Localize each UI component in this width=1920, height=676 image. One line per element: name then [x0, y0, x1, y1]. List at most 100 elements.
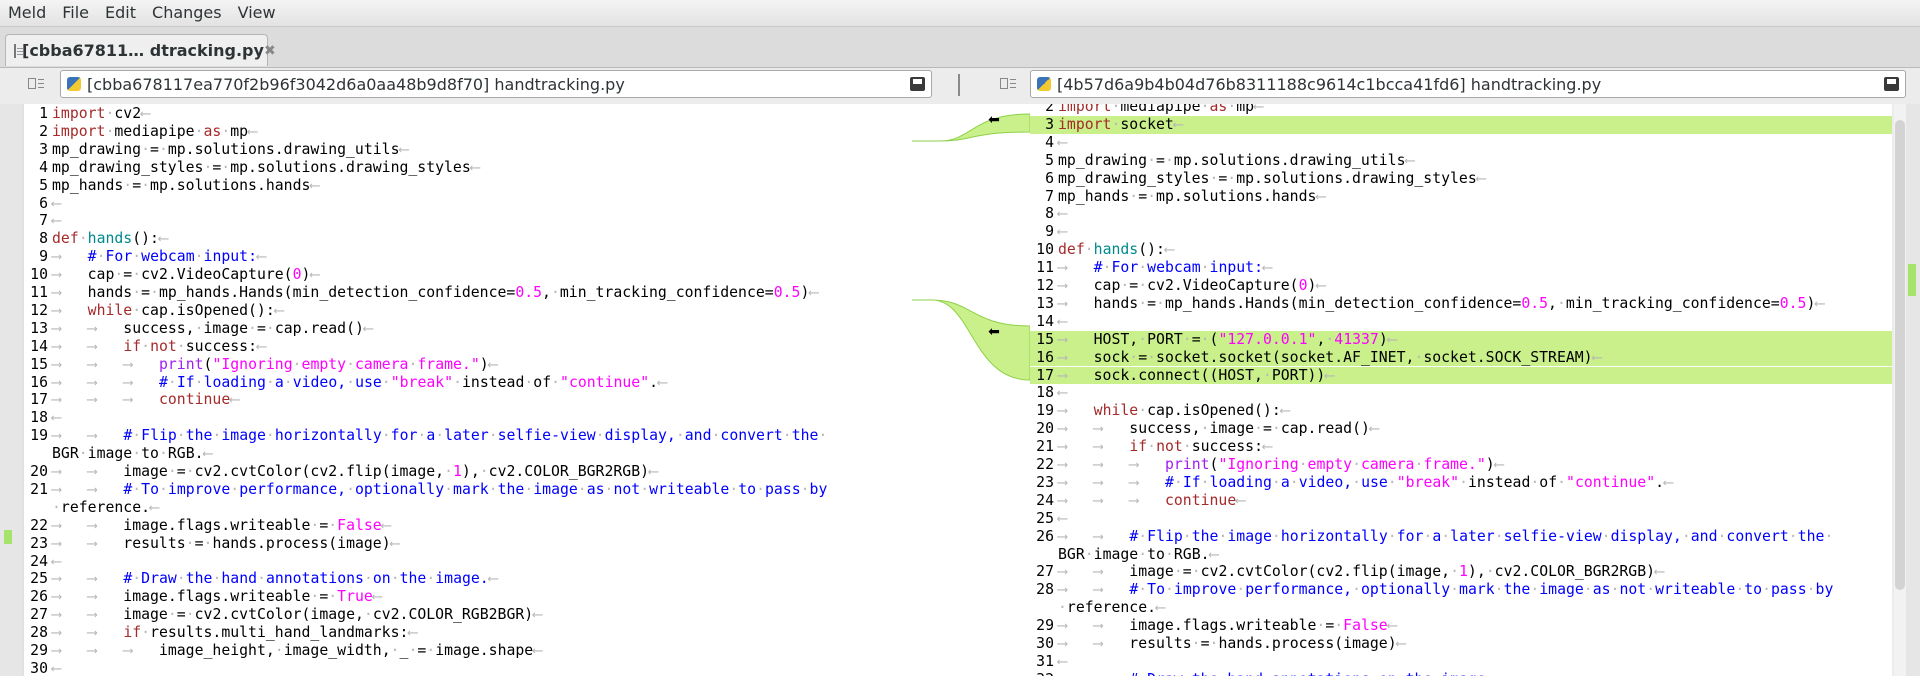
- code-line[interactable]: 28 ⟶ ⟶ #·To·improve·performance,·optional…: [1030, 581, 1892, 599]
- code-line[interactable]: 11 ⟶ hands·=·mp_hands.Hands(min_detection…: [24, 284, 912, 302]
- code-line[interactable]: 23 ⟶ ⟶ results·=·hands.process(image)⟵: [24, 535, 912, 553]
- code-line[interactable]: BGR·image·to·RGB.⟵: [24, 445, 912, 463]
- code-line[interactable]: BGR·image·to·RGB.⟵: [1030, 546, 1892, 564]
- code-line[interactable]: 4 mp_drawing_styles·=·mp.solutions.drawin…: [24, 159, 912, 177]
- code-line[interactable]: 26 ⟶ ⟶ image.flags.writeable·=·True⟵: [24, 588, 912, 606]
- code-line[interactable]: 28 ⟶ ⟶ if·results.multi_hand_landmarks:⟵: [24, 624, 912, 642]
- code-line[interactable]: 26 ⟶ ⟶ #·Flip·the·image·horizontally·for·…: [1030, 528, 1892, 546]
- code-line[interactable]: 21 ⟶ ⟶ if·not·success:⟵: [1030, 438, 1892, 456]
- code-line[interactable]: 30 ⟶ ⟶ results·=·hands.process(image)⟵: [1030, 635, 1892, 653]
- code-line[interactable]: 9 ⟵: [1030, 223, 1892, 241]
- code-line[interactable]: 9 ⟶ #·For·webcam·input:⟵: [24, 248, 912, 266]
- code-line[interactable]: 27 ⟶ ⟶ image·=·cv2.cvtColor(image,·cv2.CO…: [24, 606, 912, 624]
- left-code-pane[interactable]: 1 import·cv2⟵ 2 import·mediapipe·as·mp⟵ 3 mp_…: [24, 104, 912, 676]
- menu-view[interactable]: View: [230, 1, 284, 25]
- line-number: 15: [30, 355, 48, 373]
- code-line[interactable]: 19 ⟶ while·cap.isOpened():⟵: [1030, 402, 1892, 420]
- code-line[interactable]: 3 mp_drawing·=·mp.solutions.drawing_utils…: [24, 141, 912, 159]
- code-text: ⟵: [1058, 652, 1067, 670]
- code-line[interactable]: 5 mp_hands·=·mp.solutions.hands⟵: [24, 177, 912, 195]
- tab-comparison[interactable]: [cbba67811… dtracking.py ✖: [5, 34, 276, 66]
- code-line[interactable]: 12 ⟶ cap·=·cv2.VideoCapture(0)⟵: [1030, 277, 1892, 295]
- code-line[interactable]: 15 ⟶ ⟶ ⟶ print("Ignoring·empty·camera·fra…: [24, 356, 912, 374]
- code-line[interactable]: 10 ⟶ cap·=·cv2.VideoCapture(0)⟵: [24, 266, 912, 284]
- code-line[interactable]: 24 ⟵: [24, 553, 912, 571]
- code-line[interactable]: 1 import·cv2⟵: [24, 105, 912, 123]
- code-line[interactable]: ·reference.⟵: [1030, 599, 1892, 617]
- code-line[interactable]: 8 ⟵: [1030, 205, 1892, 223]
- code-line[interactable]: 25 ⟵: [1030, 510, 1892, 528]
- code-line[interactable]: 30 ⟵: [24, 660, 912, 676]
- menu-file[interactable]: File: [54, 1, 97, 25]
- code-line[interactable]: 17 ⟶ sock.connect((HOST,·PORT))⟵: [1030, 366, 1892, 385]
- code-line[interactable]: 22 ⟶ ⟶ ⟶ print("Ignoring·empty·camera·fra…: [1030, 456, 1892, 474]
- code-line[interactable]: 29 ⟶ ⟶ ⟶ image_height,·image_width,·_·=·i…: [24, 642, 912, 660]
- code-line[interactable]: 2 import·mediapipe·as·mp⟵: [24, 123, 912, 141]
- code-line[interactable]: 31 ⟵: [1030, 653, 1892, 671]
- menu-changes[interactable]: Changes: [144, 1, 230, 25]
- code-line[interactable]: 25 ⟶ ⟶ #·Draw·the·hand·annotations·on·the…: [24, 570, 912, 588]
- code-line[interactable]: 32 ⟶ ⟶ #·Draw·the·hand·annotations·on·the…: [1030, 671, 1892, 676]
- line-number: 28: [1036, 581, 1054, 599]
- code-line[interactable]: 8 def·hands():⟵: [24, 230, 912, 248]
- code-line[interactable]: 20 ⟶ ⟶ success,·image·=·cap.read()⟵: [1030, 420, 1892, 438]
- code-line[interactable]: 13 ⟶ hands·=·mp_hands.Hands(min_detection…: [1030, 295, 1892, 313]
- code-line[interactable]: 3 import·socket⟵: [1030, 115, 1892, 134]
- left-file-path-field[interactable]: [cbba678117ea770f2b96f3042d6a0aa48b9d8f7…: [60, 70, 932, 98]
- right-scrollbar[interactable]: [1894, 104, 1906, 676]
- code-line[interactable]: 13 ⟶ ⟶ success,·image·=·cap.read()⟵: [24, 320, 912, 338]
- code-line[interactable]: 14 ⟶ ⟶ if·not·success:⟵: [24, 338, 912, 356]
- left-overview-gutter[interactable]: [0, 104, 22, 676]
- code-line[interactable]: 5 mp_drawing·=·mp.solutions.drawing_utils…: [1030, 152, 1892, 170]
- code-line[interactable]: ·reference.⟵: [24, 499, 912, 517]
- save-icon[interactable]: [1884, 77, 1899, 91]
- menu-edit[interactable]: Edit: [97, 1, 144, 25]
- close-icon[interactable]: ✖: [264, 43, 276, 59]
- code-line[interactable]: 24 ⟶ ⟶ ⟶ continue⟵: [1030, 492, 1892, 510]
- code-line[interactable]: 7 ⟵: [24, 212, 912, 230]
- code-line[interactable]: 16 ⟶ ⟶ ⟶ #·If·loading·a·video,·use·"break…: [24, 374, 912, 392]
- code-line[interactable]: 20 ⟶ ⟶ image·=·cv2.cvtColor(cv2.flip(imag…: [24, 463, 912, 481]
- right-code-pane[interactable]: 2 import·mediapipe·as·mp⟵ 3 import·socket⟵ 4…: [1030, 104, 1892, 676]
- code-line[interactable]: 17 ⟶ ⟶ ⟶ continue⟵: [24, 391, 912, 409]
- code-line[interactable]: 15 ⟶ HOST,·PORT·=·("127.0.0.1",·41337)⟵: [1030, 330, 1892, 349]
- copy-left-arrow-icon[interactable]: ⬅: [986, 324, 1002, 340]
- code-line[interactable]: 22 ⟶ ⟶ image.flags.writeable·=·False⟵: [24, 517, 912, 535]
- line-number: 1: [39, 105, 48, 122]
- code-line[interactable]: 2 import·mediapipe·as·mp⟵: [1030, 104, 1892, 116]
- save-icon[interactable]: [910, 77, 925, 91]
- code-line[interactable]: 11 ⟶ #·For·webcam·input:⟵: [1030, 259, 1892, 277]
- pane-options-icon[interactable]: [28, 77, 44, 93]
- code-line[interactable]: 18 ⟵: [24, 409, 912, 427]
- code-line[interactable]: 14 ⟵: [1030, 313, 1892, 331]
- line-number: 18: [30, 409, 48, 427]
- code-text: ⟵: [1058, 205, 1067, 223]
- code-line[interactable]: 16 ⟶ sock·=·socket.socket(socket.AF_INET,…: [1030, 348, 1892, 367]
- right-overview-gutter[interactable]: [1906, 104, 1920, 676]
- line-number: 25: [1036, 509, 1054, 527]
- code-text: BGR·image·to·RGB.⟵: [52, 445, 213, 463]
- pane-options-icon[interactable]: [1000, 77, 1016, 93]
- line-number: 22: [1036, 456, 1054, 473]
- code-text: ⟶ #·For·webcam·input:⟵: [1058, 259, 1272, 277]
- code-line[interactable]: 4 ⟵: [1030, 134, 1892, 152]
- tab-strip: [cbba67811… dtracking.py ✖: [0, 27, 1920, 68]
- code-line[interactable]: 23 ⟶ ⟶ ⟶ #·If·loading·a·video,·use·"break…: [1030, 474, 1892, 492]
- code-line[interactable]: 18 ⟵: [1030, 384, 1892, 402]
- line-number: 6: [1045, 169, 1054, 187]
- code-line[interactable]: 6 ⟵: [24, 195, 912, 213]
- right-file-path-field[interactable]: [4b57d6a9b4b04d76b8311188c9614c1bcca41fd…: [1030, 70, 1906, 98]
- code-line[interactable]: 6 mp_drawing_styles·=·mp.solutions.drawin…: [1030, 170, 1892, 188]
- code-line[interactable]: 12 ⟶ while·cap.isOpened():⟵: [24, 302, 912, 320]
- code-line[interactable]: 21 ⟶ ⟶ #·To·improve·performance,·optional…: [24, 481, 912, 499]
- code-line[interactable]: 19 ⟶ ⟶ #·Flip·the·image·horizontally·for·…: [24, 427, 912, 445]
- copy-left-arrow-icon[interactable]: ⬅: [986, 112, 1002, 128]
- code-line[interactable]: 27 ⟶ ⟶ image·=·cv2.cvtColor(cv2.flip(imag…: [1030, 563, 1892, 581]
- left-file-path: [cbba678117ea770f2b96f3042d6a0aa48b9d8f7…: [87, 74, 625, 94]
- code-text: mp_drawing·=·mp.solutions.drawing_utils⟵: [1058, 151, 1415, 169]
- code-line[interactable]: 29 ⟶ ⟶ image.flags.writeable·=·False⟵: [1030, 617, 1892, 635]
- menu-meld[interactable]: Meld: [0, 1, 54, 25]
- code-text: ⟵: [1058, 384, 1067, 402]
- code-line[interactable]: 7 mp_hands·=·mp.solutions.hands⟵: [1030, 188, 1892, 206]
- code-line[interactable]: 10 def·hands():⟵: [1030, 241, 1892, 259]
